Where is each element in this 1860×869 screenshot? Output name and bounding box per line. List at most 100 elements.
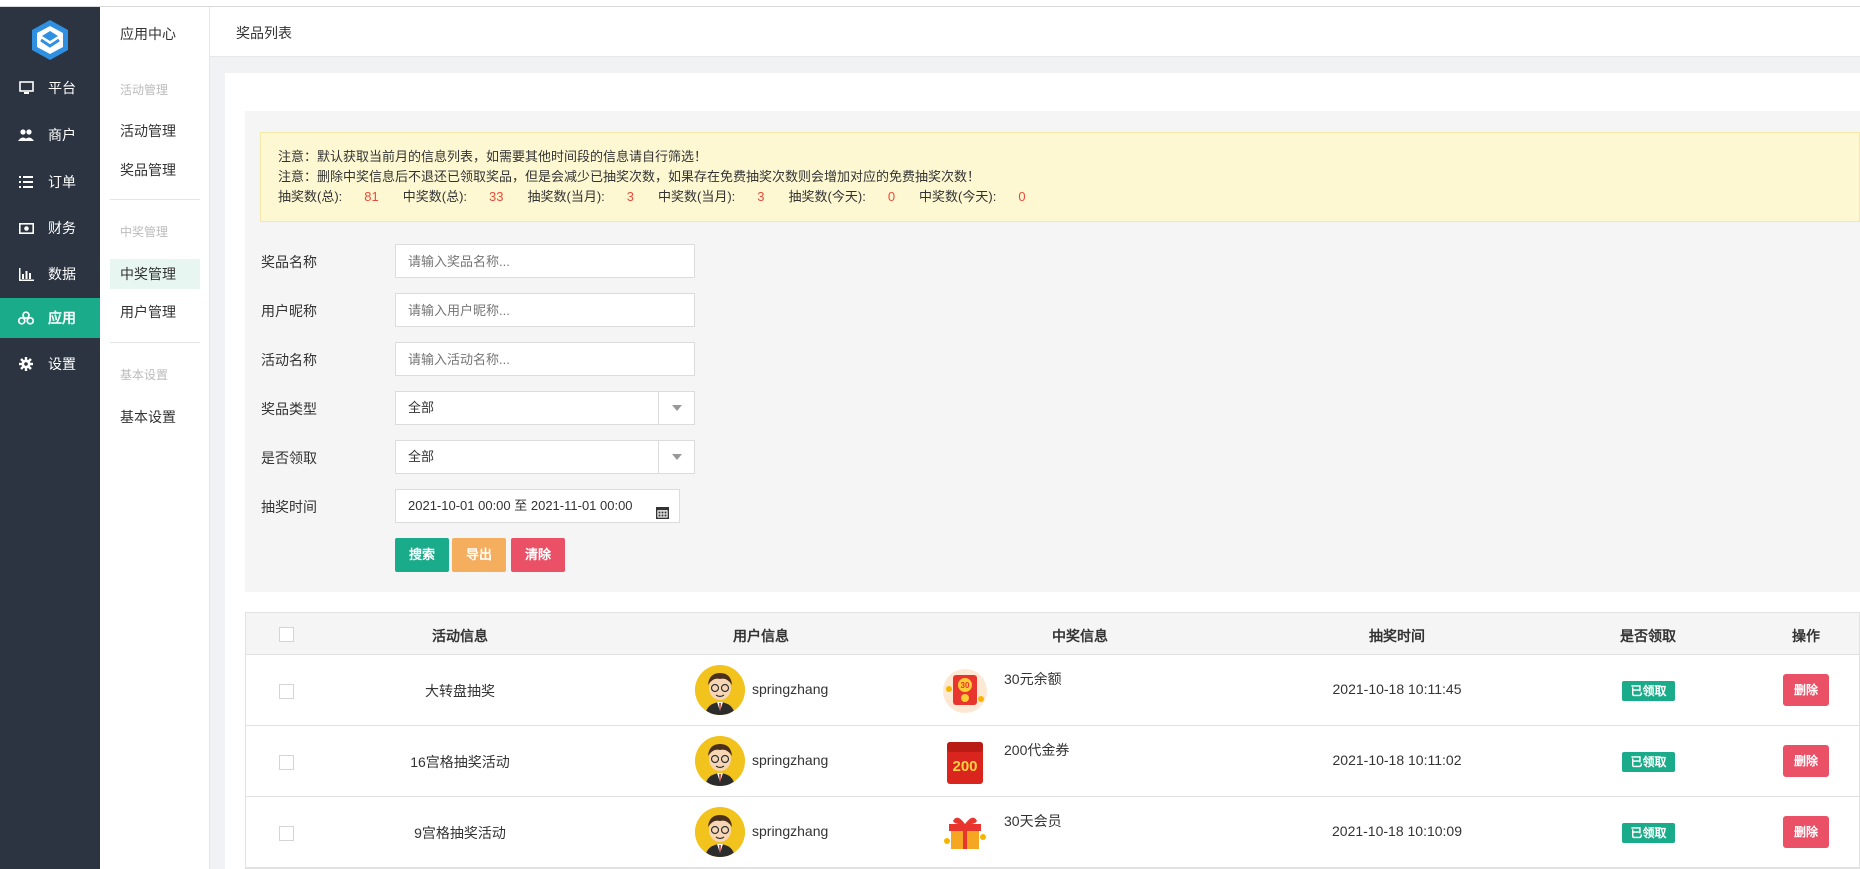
stat-label: 中奖数(今天): [919,189,997,204]
prize-name-input[interactable] [395,244,695,278]
apps-icon [18,310,34,326]
user-name: springzhang [752,752,829,768]
chevron-down-icon [658,441,694,473]
select-all-checkbox[interactable] [279,627,294,642]
clear-button[interactable]: 清除 [511,538,566,572]
prize-name: 30天会员 [1004,813,1062,829]
voucher-200-icon: 200 [947,742,983,784]
subnav-item-user-management[interactable]: 用户管理 [110,297,200,327]
stat-value: 3 [626,189,635,204]
column-header: 中奖信息 [1052,628,1108,644]
sidebar-item-label: 商户 [48,127,76,143]
top-border [0,0,1860,7]
prize-name: 200代金券 [1004,742,1070,758]
stat-value: 0 [1018,189,1026,204]
stat-value: 81 [364,189,379,204]
activity-name: 大转盘抽奖 [425,683,495,699]
subnav-item-basic-settings[interactable]: 基本设置 [110,402,200,432]
sidebar-item-label: 财务 [48,220,76,236]
sidebar-item-data[interactable]: 数据 [0,254,100,294]
page-header: 奖品列表 [210,7,1860,57]
claimed-value: 全部 [408,449,435,464]
sidebar-item-settings[interactable]: 设置 [0,344,100,384]
table-header: 活动信息 用户信息 中奖信息 抽奖时间 是否领取 操作 [246,613,1859,655]
prize-type-select[interactable]: 全部 [395,391,695,425]
sidebar-item-orders[interactable]: 订单 [0,162,100,202]
date-range-input[interactable]: 2021-10-01 00:00 至 2021-11-01 00:00 [395,489,680,523]
subnav-divider [110,342,200,343]
sidebar-item-label: 平台 [48,80,76,96]
svg-text:200: 200 [952,758,977,775]
users-icon [18,127,34,143]
stat-label: 抽奖数(今天): [788,189,866,204]
notice-stats: 抽奖数(总): 81 中奖数(总): 33 抽奖数(当月): 3 中奖数(当月): 3 抽奖数(… [278,187,1842,207]
prize-type-label: 奖品类型 [261,401,317,417]
subnav-divider [110,199,200,200]
cash-30-icon: 30 [943,669,987,713]
prize-type-value: 全部 [408,400,435,415]
table-row: 16宫格抽奖活动 springzhang 200 200代金券 2021-10-… [246,726,1859,797]
claimed-select[interactable]: 全部 [395,440,695,474]
search-button[interactable]: 搜索 [395,538,450,572]
sidebar-item-platform[interactable]: 平台 [0,68,100,108]
subnav-group-title: 中奖管理 [120,225,169,239]
list-icon [18,174,34,190]
gear-icon [18,356,34,372]
calendar-icon [655,499,670,531]
subnav-item-winning-management[interactable]: 中奖管理 [110,259,200,289]
winners-table: 活动信息 用户信息 中奖信息 抽奖时间 是否领取 操作 大转盘抽奖 spring… [245,612,1860,869]
column-header: 是否领取 [1620,628,1676,644]
nickname-label: 用户昵称 [261,303,317,319]
column-header: 活动信息 [432,628,488,644]
chevron-down-icon [658,392,694,424]
column-header: 用户信息 [733,628,789,644]
subnav-group-title: 活动管理 [120,83,169,97]
row-checkbox[interactable] [279,755,294,770]
nickname-input[interactable] [395,293,695,327]
subnav-group-title: 基本设置 [120,368,169,382]
sidebar-item-finance[interactable]: 财务 [0,208,100,248]
activity-name-label: 活动名称 [261,352,317,368]
subnav-title: 应用中心 [120,26,176,42]
delete-button[interactable]: 删除 [1783,674,1829,706]
row-checkbox[interactable] [279,826,294,841]
stat-label: 中奖数(当月): [658,189,736,204]
sidebar-item-label: 数据 [48,266,76,282]
sidebar-item-merchant[interactable]: 商户 [0,115,100,155]
delete-button[interactable]: 删除 [1783,745,1829,777]
stat-value: 33 [489,189,504,204]
draw-time: 2021-10-18 10:11:45 [1332,681,1462,697]
column-header: 抽奖时间 [1369,628,1425,644]
activity-name: 16宫格抽奖活动 [410,754,510,770]
subnav-item-activity-management[interactable]: 活动管理 [110,116,200,146]
sidebar-item-apps[interactable]: 应用 [0,298,100,338]
subnav-item-prize-management[interactable]: 奖品管理 [110,155,200,185]
avatar [695,665,745,715]
status-badge: 已领取 [1622,823,1675,843]
date-range-value: 2021-10-01 00:00 至 2021-11-01 00:00 [408,498,633,513]
stat-label: 抽奖数(当月): [527,189,605,204]
prize-name-label: 奖品名称 [261,254,317,270]
activity-name: 9宫格抽奖活动 [414,825,506,841]
row-checkbox[interactable] [279,684,294,699]
monitor-icon [18,80,34,96]
activity-name-input[interactable] [395,342,695,376]
notice-line: 注意：删除中奖信息后不退还已领取奖品，但是会减少已抽奖次数，如果存在免费抽奖次数… [278,169,981,184]
money-icon [18,220,34,236]
table-row: 9宫格抽奖活动 springzhang 30天会员 2021-10-18 10:… [246,797,1859,868]
page-title: 奖品列表 [236,25,292,41]
logo-icon [32,20,68,60]
vip-gift-icon [944,817,986,849]
notice-line: 注意：默认获取当前月的信息列表，如需要其他时间段的信息请自行筛选！ [278,149,708,164]
avatar [695,807,745,857]
user-name: springzhang [752,681,829,697]
stat-value: 0 [887,189,896,204]
sidebar-item-label: 订单 [48,174,76,190]
export-button[interactable]: 导出 [452,538,507,572]
delete-button[interactable]: 删除 [1783,816,1829,848]
notice-box: 注意：默认获取当前月的信息列表，如需要其他时间段的信息请自行筛选！ 注意：删除中… [260,132,1860,222]
column-header: 操作 [1792,628,1820,644]
bar-chart-icon [18,266,34,282]
prize-name: 30元余额 [1004,671,1062,687]
main-sidebar: 平台 商户 订单 财务 数据 应用 设置 [0,0,100,869]
